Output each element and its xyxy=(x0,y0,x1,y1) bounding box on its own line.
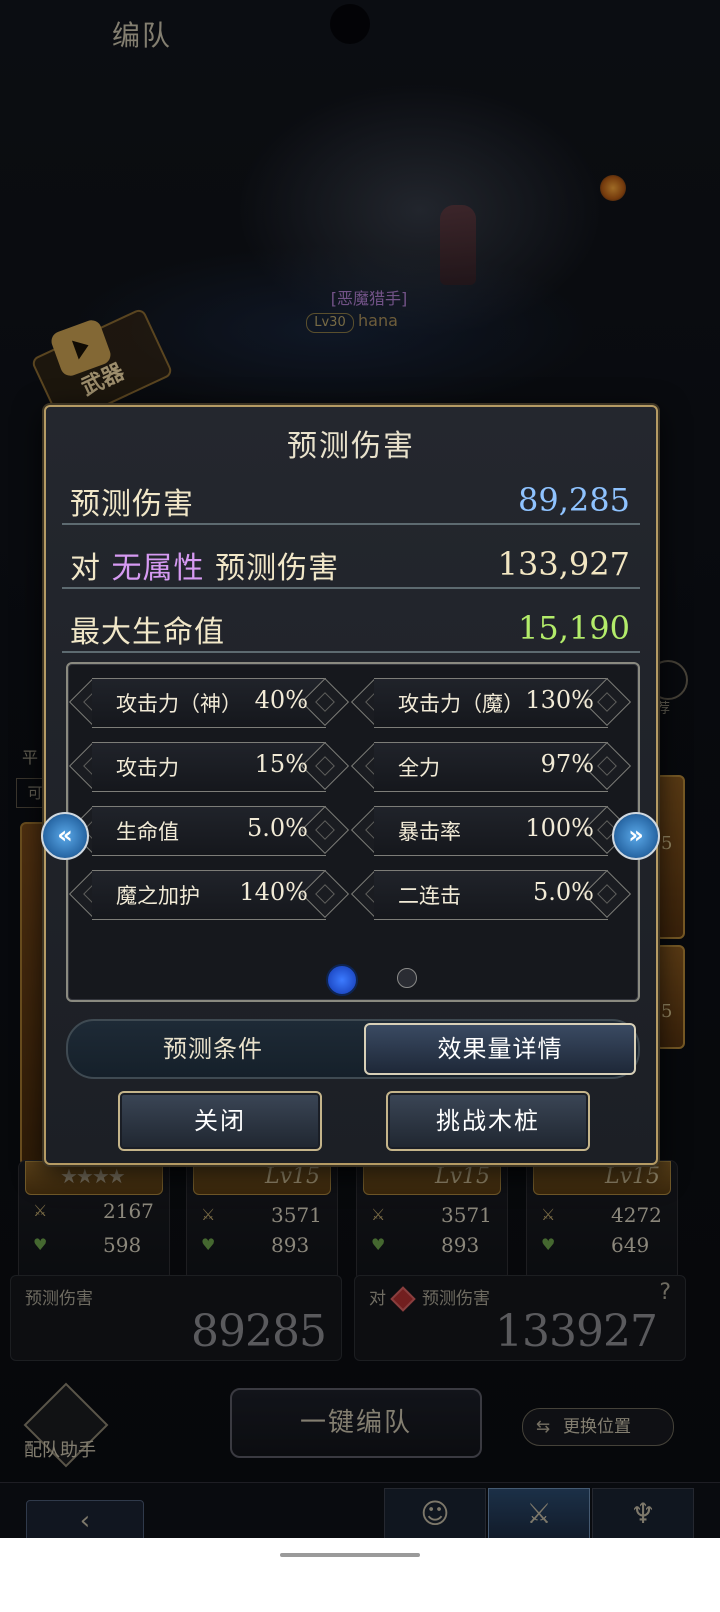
stat-name: 攻击力 xyxy=(116,756,179,780)
summary-prefix: 对 xyxy=(70,551,101,586)
summary-label: 对 无属性 预测伤害 xyxy=(70,543,339,587)
stat-value: 130% xyxy=(525,686,594,714)
stat-name: 魔之加护 xyxy=(116,884,200,908)
stat-cell: 魔之加护 140% xyxy=(68,869,350,920)
challenge-dummy-button[interactable]: 挑战木桩 xyxy=(386,1091,590,1151)
stat-name: 全力 xyxy=(398,756,440,780)
summary-label: 预测伤害 xyxy=(70,487,194,522)
prev-page-button[interactable]: « xyxy=(41,812,89,860)
summary-value: 133,927 xyxy=(497,545,630,583)
damage-prediction-dialog: 预测伤害 预测伤害 89,285 对 无属性 预测伤害 133,927 最大生命… xyxy=(44,405,658,1165)
stat-name: 生命值 xyxy=(116,820,179,844)
effect-detail-panel: 攻击力（神） 40% 攻击力（魔） 130% 攻击力 15% 全力 97% 生命… xyxy=(66,662,640,1002)
tab-effect-details[interactable]: 效果量详情 xyxy=(364,1023,636,1075)
stat-value: 5.0% xyxy=(247,814,308,842)
stat-name: 攻击力（神） xyxy=(116,692,242,716)
summary-label-text: 预测伤害 xyxy=(215,551,340,586)
stat-cell: 全力 97% xyxy=(350,741,632,792)
dialog-title: 预测伤害 xyxy=(287,429,415,464)
close-button[interactable]: 关闭 xyxy=(118,1091,322,1151)
summary-value: 15,190 xyxy=(518,609,630,647)
stat-value: 140% xyxy=(239,878,308,906)
stat-cell: 攻击力 15% xyxy=(68,741,350,792)
summary-row-max-hp: 最大生命值 15,190 xyxy=(62,597,640,653)
stat-name: 攻击力（魔） xyxy=(398,692,524,716)
stat-name: 暴击率 xyxy=(398,820,461,844)
system-navigation-bar xyxy=(0,1538,720,1612)
stat-value: 5.0% xyxy=(533,878,594,906)
stat-cell: 二连击 5.0% xyxy=(350,869,632,920)
summary-row-attribute-damage: 对 无属性 预测伤害 133,927 xyxy=(62,533,640,589)
double-chevron-left-icon: « xyxy=(57,821,73,849)
stat-value: 40% xyxy=(254,686,308,714)
summary-label: 最大生命值 xyxy=(70,615,225,650)
next-page-button[interactable]: » xyxy=(612,812,660,860)
attribute-name: 无属性 xyxy=(111,551,205,586)
stat-cell: 攻击力（魔） 130% xyxy=(350,677,632,728)
stat-value: 15% xyxy=(254,750,308,778)
tab-prediction-conditions[interactable]: 预测条件 xyxy=(68,1021,358,1077)
tab-switcher: 预测条件 效果量详情 xyxy=(66,1019,640,1079)
page-indicator-active[interactable] xyxy=(326,964,358,996)
stat-value: 97% xyxy=(540,750,594,778)
page-indicator[interactable] xyxy=(397,968,417,988)
stat-cell: 暴击率 100% xyxy=(350,805,632,856)
stat-cell: 攻击力（神） 40% xyxy=(68,677,350,728)
home-indicator[interactable] xyxy=(280,1553,420,1557)
stat-value: 100% xyxy=(525,814,594,842)
stat-name: 二连击 xyxy=(398,884,461,908)
double-chevron-right-icon: » xyxy=(628,821,644,849)
summary-row-damage: 预测伤害 89,285 xyxy=(62,469,640,525)
summary-value: 89,285 xyxy=(518,481,630,519)
stat-cell: 生命值 5.0% xyxy=(68,805,350,856)
